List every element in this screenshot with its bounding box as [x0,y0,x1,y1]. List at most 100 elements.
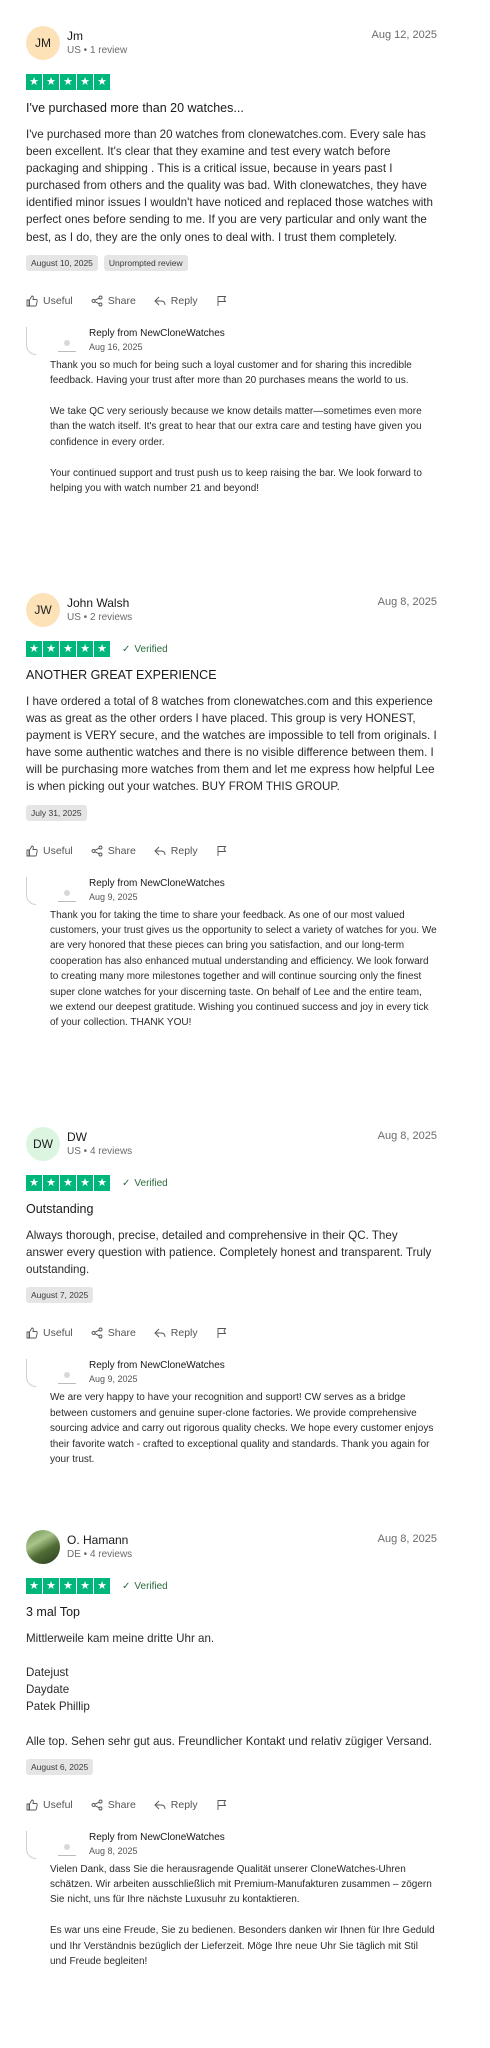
share-button[interactable]: Share [91,1327,136,1339]
star-rating: ★ ★ ★ ★ ★ [26,641,110,657]
review-header: DW DW US • 4 reviews Aug 8, 2025 [26,1127,437,1167]
review-actions: Useful Share Reply [26,293,437,309]
star-icon: ★ [77,74,93,90]
reply-label: Reply [170,844,198,857]
star-icon: ★ [60,641,76,657]
rating-row: ★ ★ ★ ★ ★ ✓ Verified [26,641,437,657]
reply-connector [26,1830,36,1859]
company-reply: Reply from NewCloneWatches Aug 8, 2025 V… [26,1830,437,1970]
experience-date-tag: August 6, 2025 [26,1758,94,1775]
company-logo-icon [55,1365,79,1389]
report-button[interactable] [216,295,233,307]
review-tags: August 10, 2025 Unprompted review [26,254,437,271]
reply-body: Thank you for taking the time to share y… [50,909,440,1029]
review-title[interactable]: ANOTHER GREAT EXPERIENCE [26,667,437,683]
review-tags: August 6, 2025 [26,1758,437,1775]
reply-date: Aug 9, 2025 [89,1374,138,1385]
reply-header: Reply from NewCloneWatches Aug 9, 2025 [50,1359,437,1389]
review-title[interactable]: Outstanding [26,1201,437,1217]
company-reply: Reply from NewCloneWatches Aug 9, 2025 W… [26,1359,437,1467]
experience-date-tag: August 10, 2025 [26,254,98,271]
verified-label: Verified [134,1580,168,1592]
star-icon: ★ [77,1175,93,1191]
unprompted-review-tag[interactable]: Unprompted review [103,254,188,271]
reply-body: Thank you so much for being such a loyal… [50,359,422,494]
reviewer-info: US • 4 reviews [67,1146,133,1157]
share-label: Share [107,294,136,307]
star-icon: ★ [94,641,110,657]
report-button[interactable] [216,845,233,857]
reply-header: Reply from NewCloneWatches Aug 8, 2025 [50,1831,437,1861]
star-icon: ★ [60,1175,76,1191]
reply-button[interactable]: Reply [154,845,198,857]
reply-author: Reply from NewCloneWatches [89,327,225,339]
checkmark-icon: ✓ [122,643,131,655]
avatar[interactable]: JW [26,593,60,627]
reviewer-name[interactable]: O. Hamann [67,1533,378,1548]
reply-button[interactable]: Reply [154,1327,198,1339]
reviewer-name[interactable]: DW [67,1130,378,1145]
reply-icon [154,1328,166,1338]
review-tags: August 7, 2025 [26,1287,437,1304]
reviewer-info: US • 1 review [67,45,128,56]
reply-author: Reply from NewCloneWatches [89,877,225,889]
reply-header: Reply from NewCloneWatches Aug 9, 2025 [50,877,437,907]
reviewer-name[interactable]: John Walsh [67,596,378,611]
useful-button[interactable]: Useful [26,1327,73,1339]
company-logo-icon [55,1837,79,1861]
report-button[interactable] [216,1799,233,1811]
verified-badge[interactable]: ✓ Verified [122,644,168,655]
flag-icon [217,295,226,306]
avatar[interactable]: DW [26,1127,60,1161]
reply-icon [154,846,166,855]
thumbs-up-icon [26,1799,38,1811]
review-body: I've purchased more than 20 watches from… [26,128,437,244]
useful-button[interactable]: Useful [26,295,73,307]
star-icon: ★ [26,1578,42,1594]
thumbs-up-icon [26,845,38,857]
useful-label: Useful [43,1327,73,1340]
star-icon: ★ [26,74,42,90]
share-icon [91,295,103,307]
share-button[interactable]: Share [91,845,136,857]
star-icon: ★ [77,641,93,657]
star-icon: ★ [43,74,59,90]
star-icon: ★ [43,1578,59,1594]
star-rating: ★ ★ ★ ★ ★ [26,74,110,90]
star-icon: ★ [94,1578,110,1594]
review-header: O. Hamann DE • 4 reviews Aug 8, 2025 [26,1530,437,1570]
share-button[interactable]: Share [91,1799,136,1811]
review-actions: Useful Share Reply [26,1325,437,1341]
star-rating: ★ ★ ★ ★ ★ [26,1175,110,1191]
flag-icon [217,1799,226,1810]
review-title[interactable]: I've purchased more than 20 watches... [26,100,437,116]
share-label: Share [107,1327,136,1340]
avatar[interactable] [26,1530,60,1564]
review-header: JM Jm US • 1 review Aug 12, 2025 [26,26,437,66]
verified-badge[interactable]: ✓ Verified [122,1178,168,1189]
useful-label: Useful [43,844,73,857]
reply-button[interactable]: Reply [154,1799,198,1811]
useful-button[interactable]: Useful [26,1799,73,1811]
reply-connector [26,876,36,905]
verified-badge[interactable]: ✓ Verified [122,1581,168,1592]
thumbs-up-icon [26,295,38,307]
share-icon [91,845,103,857]
reply-author: Reply from NewCloneWatches [89,1360,225,1372]
useful-label: Useful [43,1798,73,1811]
review-card: JM Jm US • 1 review Aug 12, 2025 ★ ★ ★ ★ ★ I… [26,26,437,496]
share-button[interactable]: Share [91,295,136,307]
reviewer-meta: John Walsh US • 2 reviews [67,593,378,625]
reviewer-meta: DW US • 4 reviews [67,1127,378,1159]
avatar[interactable]: JM [26,26,60,60]
reply-date: Aug 9, 2025 [89,891,138,902]
review-title[interactable]: 3 mal Top [26,1604,437,1620]
review-actions: Useful Share Reply [26,843,437,859]
reply-button[interactable]: Reply [154,295,198,307]
reply-connector [26,1359,36,1388]
report-button[interactable] [216,1327,233,1339]
useful-button[interactable]: Useful [26,845,73,857]
star-rating: ★ ★ ★ ★ ★ [26,1578,110,1594]
reply-icon [154,296,166,305]
reviewer-name[interactable]: Jm [67,29,372,44]
